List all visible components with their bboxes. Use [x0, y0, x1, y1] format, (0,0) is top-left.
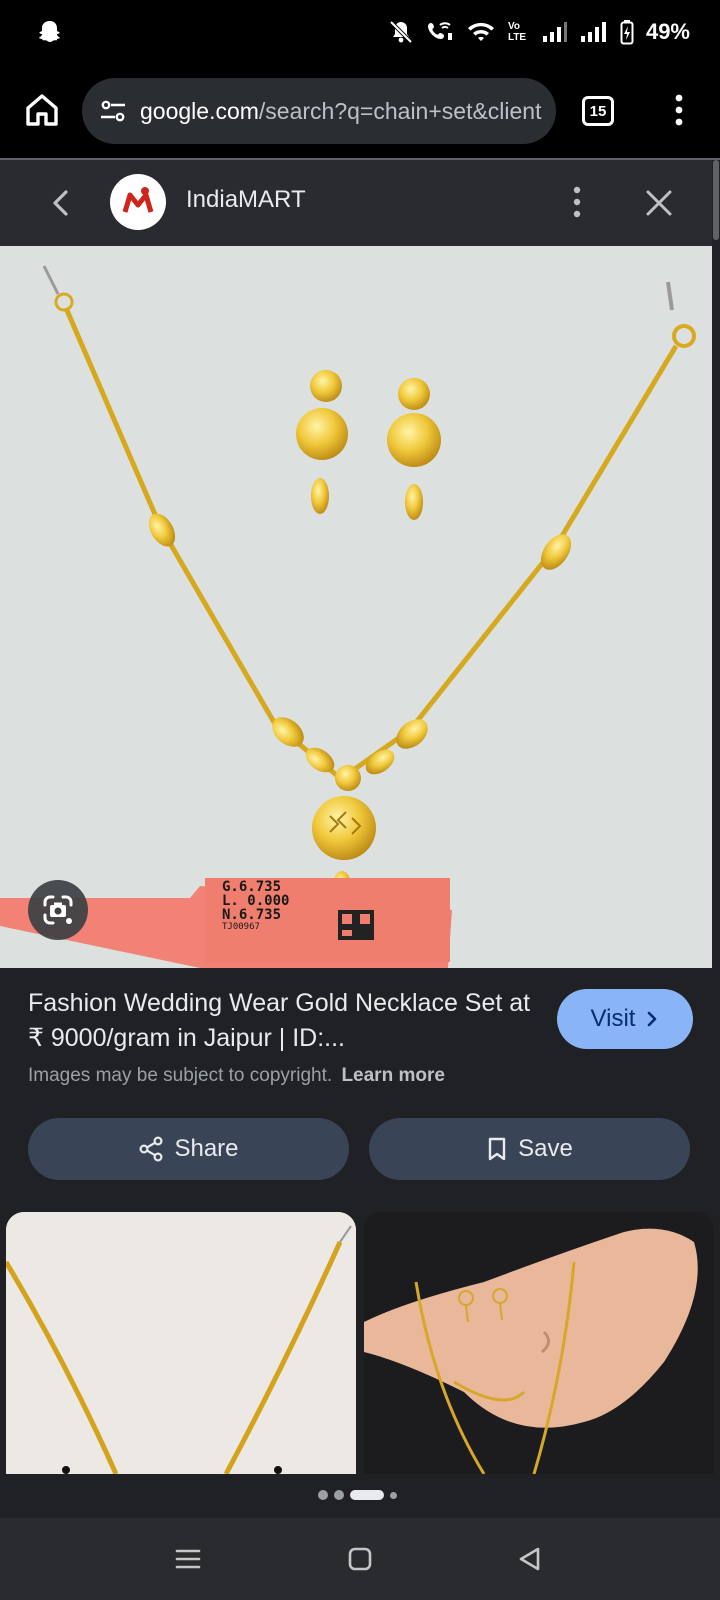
url-text[interactable]: google.com/search?q=chain+set&client [140, 98, 542, 125]
tab-count: 15 [589, 102, 607, 120]
close-icon[interactable] [644, 188, 674, 218]
back-nav-icon[interactable] [514, 1544, 546, 1574]
signal-icon-2 [580, 22, 606, 42]
address-bar[interactable]: google.com/search?q=chain+set&client [82, 78, 556, 144]
related-hand-image [364, 1212, 714, 1474]
battery-charging-icon [620, 20, 634, 45]
scroll-track[interactable] [712, 160, 720, 960]
url-host: google.com [140, 97, 259, 124]
save-label: Save [518, 1135, 573, 1162]
indiamart-logo-icon [119, 183, 157, 221]
site-logo[interactable] [110, 174, 166, 230]
copyright-text: Images may be subject to copyright. [28, 1065, 333, 1086]
related-image-1[interactable] [6, 1212, 356, 1474]
save-button[interactable]: Save [369, 1118, 690, 1180]
visit-button[interactable]: Visit [557, 989, 693, 1049]
chevron-right-icon [648, 1011, 657, 1027]
learn-more-link[interactable]: Learn more [341, 1065, 444, 1086]
muted-bell-icon [389, 20, 413, 44]
home-icon[interactable] [22, 90, 62, 130]
google-lens-icon [43, 895, 73, 925]
more-vert-icon[interactable] [564, 184, 590, 220]
browser-menu-icon[interactable] [664, 92, 694, 128]
tab-switcher-button[interactable]: 15 [582, 96, 614, 126]
share-icon [139, 1136, 163, 1162]
scrollbar-thumb[interactable] [713, 160, 719, 240]
recents-icon[interactable] [172, 1544, 204, 1574]
carousel-dot[interactable] [390, 1491, 397, 1499]
signal-icon-1 [542, 22, 567, 42]
related-chain-image [6, 1212, 356, 1474]
snapchat-icon [38, 21, 61, 42]
tag-line-3: N.6.735 [222, 907, 282, 923]
chevron-left-icon[interactable] [46, 186, 76, 220]
volte-label: Vo LTE [507, 21, 527, 43]
share-button[interactable]: Share [28, 1118, 349, 1180]
google-lens-button[interactable] [28, 880, 88, 940]
copyright-notice: Images may be subject to copyright. Lear… [28, 1065, 445, 1087]
wifi-icon [467, 22, 494, 41]
tune-icon[interactable] [98, 96, 128, 126]
url-path: /search?q=chain+set&client [258, 97, 542, 124]
price-tag-text: G.6.735 L. 0.000 N.6.735 TJ00967 [222, 880, 289, 932]
site-name[interactable]: IndiaMART [186, 186, 306, 214]
status-bar: Vo LTE 49% [0, 0, 720, 64]
carousel-dot[interactable] [334, 1490, 344, 1500]
related-image-2[interactable] [364, 1212, 714, 1474]
bookmark-icon [488, 1137, 506, 1161]
wifi-call-icon [427, 22, 452, 40]
share-label: Share [174, 1135, 239, 1162]
tag-line-2: L. 0.000 [222, 893, 290, 909]
result-title[interactable]: Fashion Wedding Wear Gold Necklace Set a… [28, 986, 538, 1056]
browser-toolbar: google.com/search?q=chain+set&client 15 [0, 64, 720, 158]
main-result-image[interactable]: G.6.735 L. 0.000 N.6.735 TJ00967 [0, 246, 712, 968]
battery-percent: 49% [645, 19, 690, 44]
carousel-dot-active[interactable] [350, 1490, 384, 1500]
carousel-indicator [318, 1490, 397, 1500]
tag-line-4: TJ00967 [222, 922, 260, 932]
home-nav-icon[interactable] [344, 1544, 376, 1574]
carousel-dot[interactable] [318, 1490, 328, 1500]
tag-line-1: G.6.735 [222, 879, 282, 895]
visit-label: Visit [590, 1005, 636, 1032]
necklace-set-image [0, 246, 712, 968]
sheet-header: IndiaMART [0, 160, 712, 246]
system-nav-bar [0, 1518, 720, 1600]
